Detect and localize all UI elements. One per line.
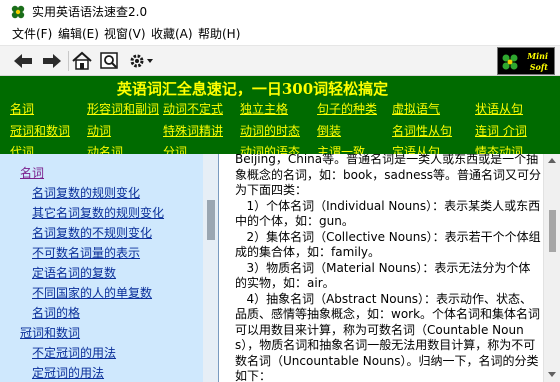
forward-button[interactable] bbox=[40, 50, 64, 72]
nav-item[interactable]: 不定冠词的用法 bbox=[32, 346, 116, 361]
category-link[interactable]: 动词 bbox=[87, 124, 111, 139]
nav-item[interactable]: 名词的格 bbox=[32, 306, 80, 321]
menu-favorites[interactable]: 收藏(A) bbox=[149, 26, 195, 43]
home-icon bbox=[72, 51, 92, 70]
nav-item[interactable]: 名词复数的不规则变化 bbox=[32, 226, 152, 241]
nav-item[interactable]: 名词复数的规则变化 bbox=[32, 186, 140, 201]
nav-item-nouns[interactable]: 名词 bbox=[20, 166, 44, 181]
title-bar: 实用英语语法速查2.0 bbox=[0, 0, 560, 24]
category-link[interactable]: 代词 bbox=[10, 145, 34, 154]
category-link[interactable]: 虚拟语气 bbox=[392, 102, 440, 117]
menu-edit[interactable]: 编辑(E) bbox=[56, 26, 101, 43]
scroll-up-icon[interactable] bbox=[548, 158, 556, 163]
category-link[interactable]: 动名词 bbox=[87, 145, 123, 154]
content-scrollbar-thumb[interactable] bbox=[549, 210, 556, 252]
logo-text-soft: Soft bbox=[529, 62, 548, 72]
category-banner: 英语词汇全息速记，一日300词轻松搞定 名词 形容词和副词 动词不定式 独立主格… bbox=[0, 76, 560, 154]
logo-text-mini: Mini bbox=[527, 51, 548, 61]
nav-scrollbar[interactable] bbox=[203, 154, 218, 382]
toolbar-separator bbox=[68, 51, 69, 71]
app-logo-icon bbox=[11, 5, 25, 19]
nav-item[interactable]: 其它名词复数的规则变化 bbox=[32, 206, 164, 221]
toolbar: Mini Soft bbox=[0, 45, 560, 76]
category-link[interactable]: 动词不定式 bbox=[163, 102, 223, 117]
forward-arrow-icon bbox=[43, 54, 61, 68]
settings-button[interactable] bbox=[126, 50, 156, 72]
nav-item[interactable]: 定语名词的复数 bbox=[32, 266, 116, 281]
category-link[interactable]: 形容词和副词 bbox=[87, 102, 159, 117]
category-link[interactable]: 特殊词精讲 bbox=[163, 124, 223, 139]
nav-item[interactable]: 定冠词的用法 bbox=[32, 366, 104, 381]
menu-help[interactable]: 帮助(H) bbox=[196, 26, 242, 43]
menu-view[interactable]: 视窗(V) bbox=[102, 26, 148, 43]
category-link[interactable]: 主谓一致 bbox=[317, 145, 365, 154]
mini-soft-logo: Mini Soft bbox=[497, 47, 555, 75]
menu-bar: 文件(F) 编辑(E) 视窗(V) 收藏(A) 帮助(H) bbox=[0, 24, 560, 45]
home-button[interactable] bbox=[70, 50, 94, 72]
nav-item[interactable]: 不可数名词量的表示 bbox=[32, 246, 140, 261]
topic-nav-pane: 名词 名词复数的规则变化 其它名词复数的规则变化 名词复数的不规则变化 不可数名… bbox=[0, 154, 219, 382]
category-link[interactable]: 分词 bbox=[163, 145, 187, 154]
category-link[interactable]: 连词 介词 bbox=[475, 124, 527, 139]
category-link[interactable]: 状语从句 bbox=[475, 102, 523, 117]
category-link[interactable]: 名词性从句 bbox=[392, 124, 452, 139]
nav-scrollbar-thumb[interactable] bbox=[207, 200, 215, 240]
nav-item-articles[interactable]: 冠词和数词 bbox=[20, 326, 80, 341]
category-link[interactable]: 倒装 bbox=[317, 124, 341, 139]
back-arrow-icon bbox=[14, 54, 32, 68]
category-link[interactable]: 独立主格 bbox=[240, 102, 288, 117]
find-icon bbox=[100, 52, 118, 69]
category-link[interactable]: 动词的时态 bbox=[240, 124, 300, 139]
category-link[interactable]: 冠词和数词 bbox=[10, 124, 70, 139]
settings-icon bbox=[130, 54, 153, 68]
nav-item[interactable]: 不同国家的人的单复数 bbox=[32, 286, 152, 301]
window-title: 实用英语语法速查2.0 bbox=[32, 5, 148, 19]
menu-file[interactable]: 文件(F) bbox=[10, 26, 54, 43]
category-link[interactable]: 名词 bbox=[10, 102, 34, 117]
category-link[interactable]: 句子的种类 bbox=[317, 102, 377, 117]
content-text: Beijing，China等。普通名词是一类人或东西或是一个抽象概念的名词，如：… bbox=[235, 154, 541, 382]
category-link[interactable]: 动词的语态 bbox=[240, 145, 300, 154]
banner-title: 英语词汇全息速记，一日300词轻松搞定 bbox=[116, 80, 389, 98]
category-link[interactable]: 定语从句 bbox=[392, 145, 440, 154]
back-button[interactable] bbox=[11, 50, 35, 72]
category-link[interactable]: 情态动词 bbox=[475, 145, 523, 154]
logo-flower-icon bbox=[502, 54, 518, 70]
find-button[interactable] bbox=[98, 50, 122, 72]
content-scrollbar[interactable] bbox=[543, 154, 560, 382]
content-pane: Beijing，China等。普通名词是一类人或东西或是一个抽象概念的名词，如：… bbox=[223, 154, 560, 382]
scroll-down-icon[interactable] bbox=[548, 372, 556, 377]
